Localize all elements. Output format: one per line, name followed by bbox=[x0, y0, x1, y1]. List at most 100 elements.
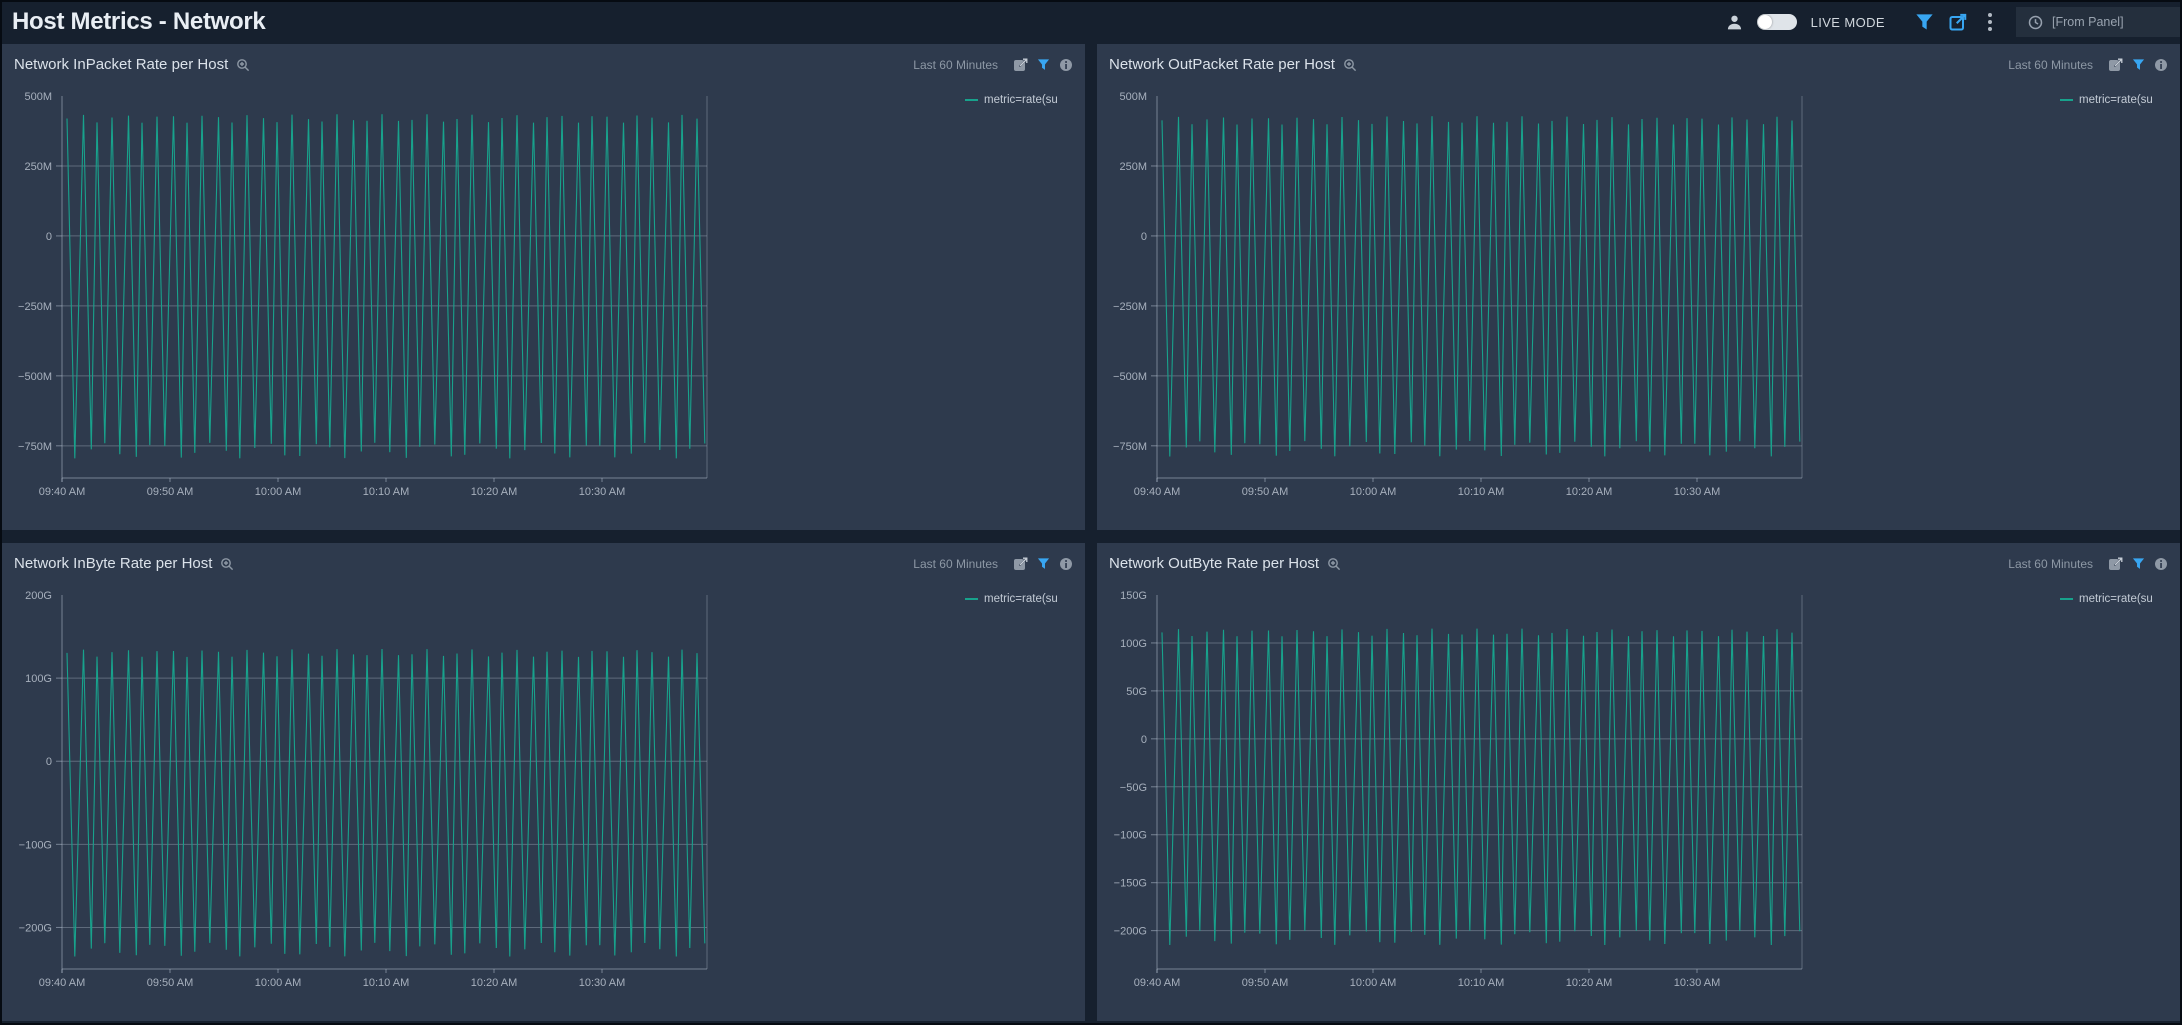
legend-label[interactable]: metric=rate(su bbox=[984, 94, 1058, 106]
svg-text:10:20 AM: 10:20 AM bbox=[1566, 486, 1612, 498]
svg-text:10:00 AM: 10:00 AM bbox=[255, 486, 301, 498]
live-mode-label: LIVE MODE bbox=[1811, 15, 1885, 30]
svg-text:10:10 AM: 10:10 AM bbox=[1458, 486, 1504, 498]
svg-text:−200G: −200G bbox=[19, 922, 52, 934]
svg-text:−50G: −50G bbox=[1120, 782, 1147, 794]
panel-time-range: Last 60 Minutes bbox=[913, 58, 998, 72]
chart-canvas[interactable]: 500M 250M 0 −250M −500M −750M 09:40 AM 09:50 AM… bbox=[2, 44, 1085, 530]
panel-time-range: Last 60 Minutes bbox=[2008, 58, 2093, 72]
legend-swatch bbox=[965, 598, 978, 600]
chart-legend: metric=rate(su bbox=[965, 94, 1085, 106]
info-icon[interactable] bbox=[2154, 58, 2168, 72]
panel-filter-icon[interactable] bbox=[2132, 557, 2145, 571]
svg-text:10:30 AM: 10:30 AM bbox=[579, 486, 625, 498]
svg-text:500M: 500M bbox=[1119, 91, 1147, 103]
svg-text:09:40 AM: 09:40 AM bbox=[39, 486, 85, 498]
more-options-icon[interactable] bbox=[1982, 11, 1998, 33]
svg-text:10:00 AM: 10:00 AM bbox=[1350, 486, 1396, 498]
svg-text:−750M: −750M bbox=[1113, 441, 1147, 453]
zoom-icon[interactable] bbox=[1343, 58, 1357, 72]
svg-text:10:20 AM: 10:20 AM bbox=[471, 977, 517, 989]
panel-title: Network OutPacket Rate per Host bbox=[1109, 56, 1335, 73]
panel-header: Network InPacket Rate per Host Last 60 M… bbox=[2, 44, 1085, 73]
panel-title: Network InByte Rate per Host bbox=[14, 555, 212, 572]
info-icon[interactable] bbox=[1059, 557, 1073, 571]
chart-canvas[interactable]: 150G100G50G0−50G−100G−150G−200G09:40 AM0… bbox=[1097, 543, 2180, 1021]
open-in-new-icon[interactable] bbox=[1013, 57, 1028, 72]
clock-icon bbox=[2028, 15, 2043, 30]
open-in-new-icon[interactable] bbox=[2108, 556, 2123, 571]
svg-text:10:20 AM: 10:20 AM bbox=[1566, 977, 1612, 989]
time-range-value: [From Panel] bbox=[2052, 15, 2124, 29]
svg-text:250M: 250M bbox=[24, 161, 52, 173]
panel-network-outpacket: Network OutPacket Rate per Host Last 60 … bbox=[1097, 44, 2180, 530]
legend-label[interactable]: metric=rate(su bbox=[2079, 593, 2153, 605]
panel-header: Network OutPacket Rate per Host Last 60 … bbox=[1097, 44, 2180, 73]
toggle-knob bbox=[1758, 15, 1772, 29]
legend-swatch bbox=[2060, 598, 2073, 600]
svg-text:10:20 AM: 10:20 AM bbox=[471, 486, 517, 498]
svg-text:0: 0 bbox=[46, 231, 52, 243]
panel-filter-icon[interactable] bbox=[1037, 58, 1050, 72]
svg-text:−500M: −500M bbox=[18, 371, 52, 383]
svg-text:09:50 AM: 09:50 AM bbox=[1242, 977, 1288, 989]
panel-filter-icon[interactable] bbox=[2132, 58, 2145, 72]
svg-text:09:40 AM: 09:40 AM bbox=[1134, 486, 1180, 498]
panel-time-range: Last 60 Minutes bbox=[2008, 557, 2093, 571]
svg-text:−750M: −750M bbox=[18, 441, 52, 453]
chart-canvas[interactable]: 200G100G0−100G−200G09:40 AM09:50 AM10:00… bbox=[2, 543, 1085, 1021]
svg-text:09:50 AM: 09:50 AM bbox=[147, 486, 193, 498]
info-icon[interactable] bbox=[2154, 557, 2168, 571]
panel-network-outbyte: Network OutByte Rate per Host Last 60 Mi… bbox=[1097, 543, 2180, 1021]
svg-text:−250M: −250M bbox=[1113, 301, 1147, 313]
chart-legend: metric=rate(su bbox=[2060, 593, 2180, 605]
legend-swatch bbox=[965, 99, 978, 101]
chart-canvas[interactable]: 500M 250M 0 −250M −500M −750M 09:40 AM 09:50 AM… bbox=[1097, 44, 2180, 530]
svg-text:10:30 AM: 10:30 AM bbox=[579, 977, 625, 989]
filter-icon[interactable] bbox=[1915, 13, 1934, 32]
panel-title: Network InPacket Rate per Host bbox=[14, 56, 228, 73]
zoom-icon[interactable] bbox=[1327, 557, 1341, 571]
zoom-icon[interactable] bbox=[220, 557, 234, 571]
chart-legend: metric=rate(su bbox=[965, 593, 1085, 605]
live-mode-toggle[interactable] bbox=[1757, 14, 1797, 30]
svg-text:−250M: −250M bbox=[18, 301, 52, 313]
time-range-picker[interactable]: [From Panel] bbox=[2016, 7, 2180, 37]
panel-time-range: Last 60 Minutes bbox=[913, 557, 998, 571]
svg-text:0: 0 bbox=[1141, 231, 1147, 243]
svg-text:−200G: −200G bbox=[1114, 926, 1147, 938]
legend-swatch bbox=[2060, 99, 2073, 101]
zoom-icon[interactable] bbox=[236, 58, 250, 72]
svg-text:0: 0 bbox=[1141, 734, 1147, 746]
open-in-new-icon[interactable] bbox=[2108, 57, 2123, 72]
svg-text:10:00 AM: 10:00 AM bbox=[255, 977, 301, 989]
svg-text:−500M: −500M bbox=[1113, 371, 1147, 383]
svg-text:250M: 250M bbox=[1119, 161, 1147, 173]
panel-title: Network OutByte Rate per Host bbox=[1109, 555, 1319, 572]
share-icon[interactable] bbox=[1948, 12, 1968, 32]
svg-text:09:40 AM: 09:40 AM bbox=[1134, 977, 1180, 989]
panel-filter-icon[interactable] bbox=[1037, 557, 1050, 571]
svg-text:09:50 AM: 09:50 AM bbox=[1242, 486, 1288, 498]
panel-network-inpacket: Network InPacket Rate per Host Last 60 M… bbox=[2, 44, 1085, 530]
info-icon[interactable] bbox=[1059, 58, 1073, 72]
svg-text:10:10 AM: 10:10 AM bbox=[1458, 977, 1504, 989]
svg-text:0: 0 bbox=[46, 756, 52, 768]
svg-text:500M: 500M bbox=[24, 91, 52, 103]
svg-text:150G: 150G bbox=[1120, 590, 1147, 602]
svg-text:10:00 AM: 10:00 AM bbox=[1350, 977, 1396, 989]
svg-text:−150G: −150G bbox=[1114, 878, 1147, 890]
legend-label[interactable]: metric=rate(su bbox=[984, 593, 1058, 605]
open-in-new-icon[interactable] bbox=[1013, 556, 1028, 571]
svg-text:10:10 AM: 10:10 AM bbox=[363, 977, 409, 989]
svg-text:200G: 200G bbox=[25, 590, 52, 602]
chart-legend: metric=rate(su bbox=[2060, 94, 2180, 106]
dashboard-title: Host Metrics - Network bbox=[12, 8, 265, 36]
svg-text:09:40 AM: 09:40 AM bbox=[39, 977, 85, 989]
dashboard-header: Host Metrics - Network LIVE MODE bbox=[2, 2, 2180, 42]
panel-header: Network OutByte Rate per Host Last 60 Mi… bbox=[1097, 543, 2180, 572]
legend-label[interactable]: metric=rate(su bbox=[2079, 94, 2153, 106]
svg-text:50G: 50G bbox=[1126, 686, 1147, 698]
user-icon[interactable] bbox=[1726, 14, 1743, 31]
panel-grid: Network InPacket Rate per Host Last 60 M… bbox=[2, 44, 2180, 1022]
